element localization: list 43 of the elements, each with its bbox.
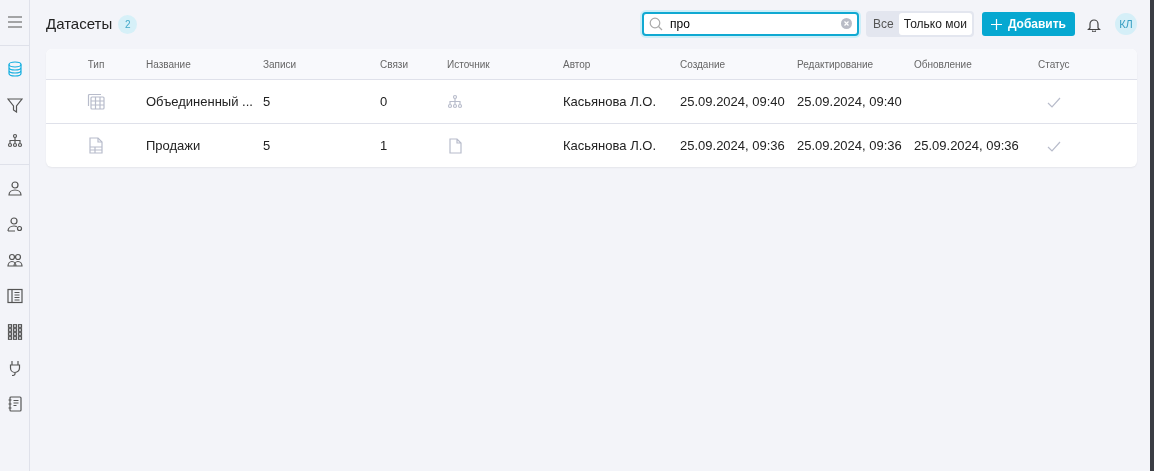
plus-icon	[990, 18, 1002, 30]
column-header: Тип	[87, 57, 105, 72]
page-title: Датасеты	[46, 13, 113, 34]
table-cell: 25.09.2024, 09:40	[680, 93, 785, 109]
table-cell: Продажи	[146, 137, 201, 153]
filter-icon[interactable]	[6, 97, 23, 113]
table-cell: Касьянова Л.О.	[563, 137, 656, 153]
notebook-icon[interactable]	[6, 396, 23, 412]
column-header: Источник	[447, 57, 491, 72]
column-header: Создание	[680, 57, 727, 72]
column-header: Обновление	[914, 57, 973, 72]
search-icon	[649, 17, 664, 31]
merged-table-icon	[87, 93, 105, 110]
table-cell: 25.09.2024, 09:40	[797, 93, 902, 109]
table-cell: 25.09.2024, 09:36	[914, 137, 1019, 153]
user-gear-icon[interactable]	[6, 216, 23, 232]
column-header: Связи	[380, 57, 409, 72]
table-cell: Касьянова Л.О.	[563, 93, 656, 109]
users-icon[interactable]	[6, 252, 23, 268]
count-badge: 2	[118, 14, 138, 34]
table-cell: 25.09.2024, 09:36	[680, 137, 785, 153]
column-header: Название	[146, 57, 192, 72]
column-header: Автор	[563, 57, 592, 72]
table-cell: Объединенный ...	[146, 93, 253, 109]
spreadsheet-file-icon	[87, 137, 105, 154]
filter-tab[interactable]: Только мои	[898, 13, 972, 35]
table-cell: 25.09.2024, 09:36	[797, 137, 902, 153]
bell-icon[interactable]	[1087, 16, 1101, 32]
file-icon	[447, 137, 464, 155]
search-field[interactable]: про	[642, 12, 860, 36]
book-icon[interactable]	[6, 288, 23, 304]
column-header: Статус	[1038, 57, 1071, 72]
filter-tab[interactable]: Все	[868, 13, 899, 35]
column-header: Записи	[263, 57, 298, 72]
grid-icon[interactable]	[6, 324, 23, 340]
hierarchy-icon[interactable]	[6, 133, 23, 149]
table-cell: 0	[380, 93, 388, 109]
table-cell: 1	[380, 137, 388, 153]
table-cell: 5	[263, 93, 271, 109]
table-cell: 5	[263, 137, 271, 153]
user-icon[interactable]	[6, 180, 23, 196]
hierarchy-icon	[447, 93, 464, 111]
column-header: Редактирование	[797, 57, 875, 72]
